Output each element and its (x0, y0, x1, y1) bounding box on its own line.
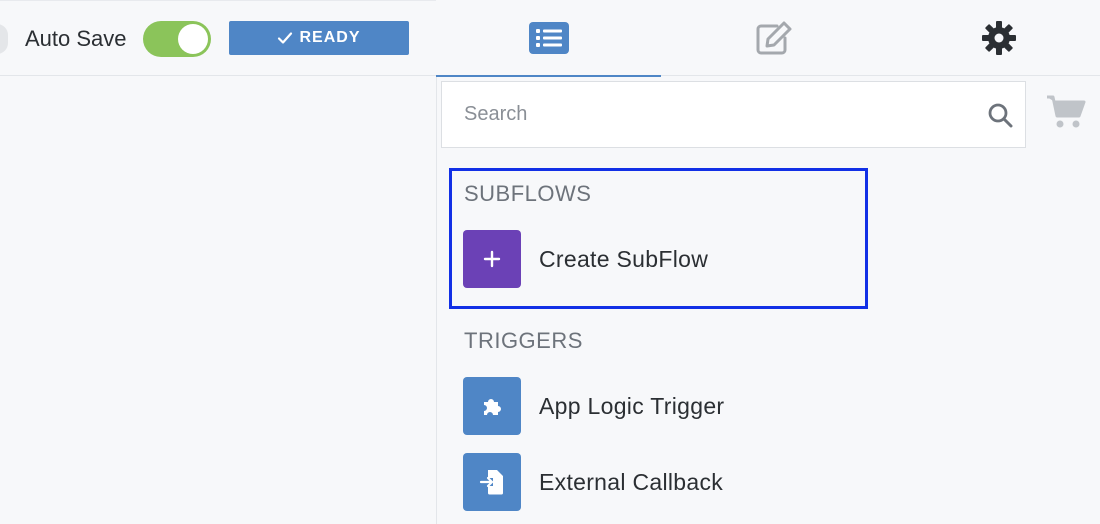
list-item-create-subflow[interactable]: Create SubFlow (463, 230, 708, 288)
autosave-toggle[interactable] (143, 21, 211, 57)
cart-button[interactable] (1046, 94, 1086, 134)
toolbar-divider (0, 0, 436, 1)
list-item-app-logic-trigger[interactable]: App Logic Trigger (463, 377, 724, 435)
external-callback-label: External Callback (539, 468, 724, 495)
status-label: READY (299, 29, 361, 46)
list-icon (528, 22, 569, 54)
search-input[interactable] (464, 82, 984, 147)
toggle-knob (178, 24, 208, 54)
search-icon (988, 103, 1013, 128)
section-title-subflows: SUBFLOWS (464, 181, 592, 206)
list-item-external-callback[interactable]: External Callback (463, 453, 723, 511)
status-badge: READY (229, 21, 409, 55)
create-subflow-icon-tile (463, 230, 521, 288)
edit-icon (756, 21, 791, 55)
search-box (441, 81, 1026, 148)
search-button[interactable] (985, 100, 1015, 130)
plus-icon (483, 250, 501, 268)
gear-icon (981, 21, 1016, 55)
tab-settings[interactable] (886, 0, 1100, 76)
puzzle-icon (484, 399, 501, 415)
app-logic-trigger-label: App Logic Trigger (539, 392, 725, 419)
collapsed-panel-handle[interactable] (0, 24, 8, 54)
create-subflow-label: Create SubFlow (539, 245, 709, 272)
app-logic-trigger-icon-tile (463, 377, 521, 435)
top-toolbar: Auto Save READY (0, 0, 1100, 77)
external-callback-icon-tile (463, 453, 521, 511)
file-import-icon (479, 470, 503, 495)
section-title-triggers: TRIGGERS (464, 328, 583, 353)
check-icon (278, 32, 293, 44)
autosave-label: Auto Save (25, 26, 127, 51)
cart-icon (1047, 95, 1086, 128)
tab-edit[interactable] (661, 0, 886, 76)
tab-list[interactable] (436, 0, 661, 77)
